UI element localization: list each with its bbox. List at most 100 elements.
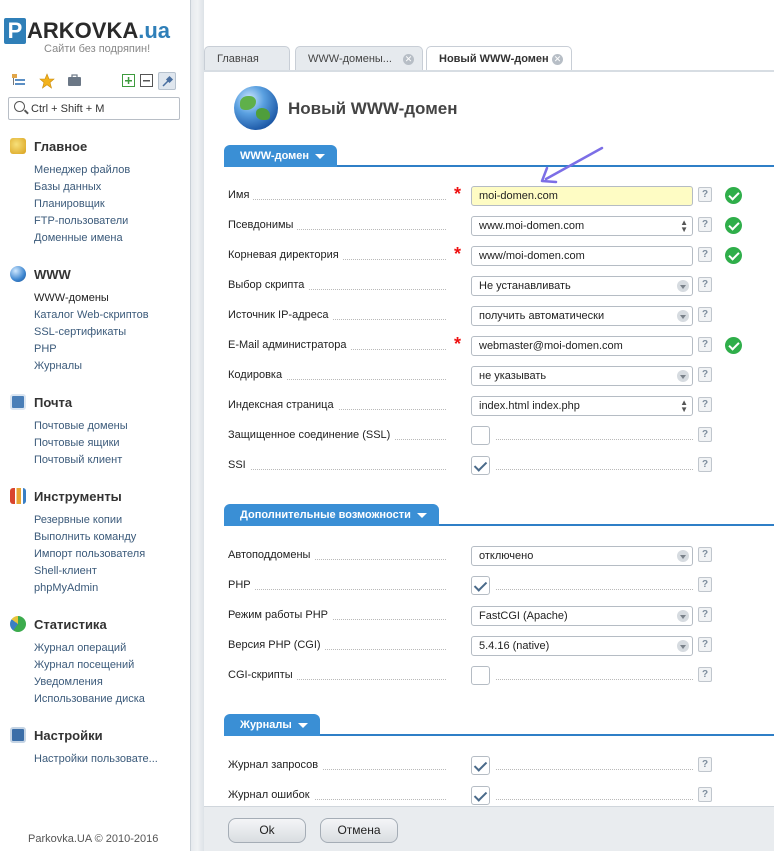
ip-source-select[interactable]: получить автоматически [471, 306, 693, 326]
help-icon[interactable]: ? [698, 637, 712, 652]
sidebar-item-disk-usage[interactable]: Использование диска [34, 691, 185, 708]
sidebar-item-databases[interactable]: Базы данных [34, 179, 185, 196]
field-label: Индексная страница [228, 399, 338, 411]
php-mode-select[interactable]: FastCGI (Apache) [471, 606, 693, 626]
help-icon[interactable]: ? [698, 577, 712, 592]
error-log-checkbox[interactable] [471, 786, 490, 805]
spinner-icon[interactable]: ▲ ▼ [680, 219, 688, 234]
admin-email-input[interactable]: webmaster@moi-domen.com [471, 336, 693, 356]
star-icon[interactable] [38, 72, 55, 89]
sidebar-item-notifications[interactable]: Уведомления [34, 674, 185, 691]
briefcase-icon[interactable] [66, 72, 83, 89]
tab-www-domains[interactable]: WWW-домены... ✕ [295, 46, 423, 71]
copyright: Parkovka.UA © 2010-2016 [28, 833, 159, 845]
logo[interactable]: P ARKOVKA.ua Сайти без подряпин! [4, 10, 190, 60]
sidebar-item-php[interactable]: PHP [34, 341, 185, 358]
sidebar-group-title: Почта [34, 394, 73, 410]
help-icon[interactable]: ? [698, 217, 712, 232]
help-icon[interactable]: ? [698, 367, 712, 382]
sidebar-item-ftp-users[interactable]: FTP-пользователи [34, 213, 185, 230]
aliases-input[interactable]: www.moi-domen.com ▲ ▼ [471, 216, 693, 236]
sidebar-item-mail-domains[interactable]: Почтовые домены [34, 418, 185, 435]
sidebar-search[interactable] [8, 97, 180, 120]
sidebar-item-web-scripts[interactable]: Каталог Web-скриптов [34, 307, 185, 324]
section-logs[interactable]: Журналы [224, 714, 774, 736]
section-title[interactable]: Журналы [224, 714, 320, 736]
php-version-select[interactable]: 5.4.16 (native) [471, 636, 693, 656]
ssl-checkbox[interactable] [471, 426, 490, 445]
cgi-checkbox[interactable] [471, 666, 490, 685]
close-icon[interactable]: ✕ [403, 54, 414, 65]
close-icon[interactable]: ✕ [552, 54, 563, 65]
field-label: PHP [228, 579, 255, 591]
valid-check-icon [725, 217, 742, 234]
section-www-domain[interactable]: WWW-домен [224, 145, 774, 167]
autosubdomains-select[interactable]: отключено [471, 546, 693, 566]
pin-icon[interactable] [158, 72, 176, 90]
sidebar-item-operations-log[interactable]: Журнал операций [34, 640, 185, 657]
footer-bar: Ok Отмена [204, 806, 774, 851]
ssi-checkbox[interactable] [471, 456, 490, 475]
sidebar-item-backups[interactable]: Резервные копии [34, 512, 185, 529]
sidebar-item-run-command[interactable]: Выполнить команду [34, 529, 185, 546]
root-dir-input[interactable]: www/moi-domen.com [471, 246, 693, 266]
expand-all-icon[interactable] [120, 72, 137, 89]
help-icon[interactable]: ? [698, 247, 712, 262]
help-icon[interactable]: ? [698, 337, 712, 352]
help-icon[interactable]: ? [698, 397, 712, 412]
sidebar-search-input[interactable] [31, 101, 176, 117]
home-icon [10, 138, 26, 154]
sidebar-item-visits-log[interactable]: Журнал посещений [34, 657, 185, 674]
field-label: Журнал ошибок [228, 789, 314, 801]
sidebar-item-logs[interactable]: Журналы [34, 358, 185, 375]
sidebar-item-file-manager[interactable]: Менеджер файлов [34, 162, 185, 179]
sidebar-item-mail-client[interactable]: Почтовый клиент [34, 452, 185, 469]
tab-label: Новый WWW-домен [439, 53, 549, 65]
index-page-input[interactable]: index.html index.php ▲ ▼ [471, 396, 693, 416]
section-extra-features[interactable]: Дополнительные возможности [224, 504, 774, 526]
sidebar-group-header[interactable]: Статистика [10, 614, 185, 634]
sidebar-item-mailboxes[interactable]: Почтовые ящики [34, 435, 185, 452]
ok-button[interactable]: Ok [228, 818, 306, 843]
php-checkbox[interactable] [471, 576, 490, 595]
required-marker: * [454, 184, 462, 204]
sidebar-group-header[interactable]: Почта [10, 392, 185, 412]
tree-view-icon[interactable] [10, 72, 27, 89]
spinner-icon[interactable]: ▲ ▼ [680, 399, 688, 414]
cancel-button[interactable]: Отмена [320, 818, 398, 843]
collapse-all-icon[interactable] [138, 72, 155, 89]
sidebar-item-www-domains[interactable]: WWW-домены [34, 290, 185, 307]
sidebar-item-scheduler[interactable]: Планировщик [34, 196, 185, 213]
sidebar-item-shell-client[interactable]: Shell-клиент [34, 563, 185, 580]
help-icon[interactable]: ? [698, 427, 712, 442]
help-icon[interactable]: ? [698, 457, 712, 472]
tab-new-www-domain[interactable]: Новый WWW-домен ✕ [426, 46, 572, 72]
sidebar-item-import-user[interactable]: Импорт пользователя [34, 546, 185, 563]
sidebar-item-domain-names[interactable]: Доменные имена [34, 230, 185, 247]
sidebar-item-phpmyadmin[interactable]: phpMyAdmin [34, 580, 185, 597]
section-title[interactable]: WWW-домен [224, 145, 338, 167]
row-cgi: CGI-скрипты ? [228, 666, 774, 686]
encoding-select[interactable]: не указывать [471, 366, 693, 386]
tab-home[interactable]: Главная [204, 46, 290, 71]
help-icon[interactable]: ? [698, 547, 712, 562]
sidebar-group-header[interactable]: Главное [10, 136, 185, 156]
help-icon[interactable]: ? [698, 277, 712, 292]
help-icon[interactable]: ? [698, 757, 712, 772]
help-icon[interactable]: ? [698, 187, 712, 202]
sidebar-group-title: Статистика [34, 616, 107, 632]
sidebar-splitter[interactable] [190, 0, 204, 851]
name-input[interactable]: moi-domen.com [471, 186, 693, 206]
help-icon[interactable]: ? [698, 787, 712, 802]
script-select[interactable]: Не устанавливать [471, 276, 693, 296]
access-log-checkbox[interactable] [471, 756, 490, 775]
help-icon[interactable]: ? [698, 607, 712, 622]
sidebar-group-header[interactable]: Настройки [10, 725, 185, 745]
sidebar-item-ssl-certs[interactable]: SSL-сертификаты [34, 324, 185, 341]
section-title[interactable]: Дополнительные возможности [224, 504, 439, 526]
help-icon[interactable]: ? [698, 307, 712, 322]
sidebar-group-header[interactable]: Инструменты [10, 486, 185, 506]
help-icon[interactable]: ? [698, 667, 712, 682]
sidebar-item-user-settings[interactable]: Настройки пользовате... [34, 751, 185, 768]
sidebar-group-header[interactable]: WWW [10, 264, 185, 284]
